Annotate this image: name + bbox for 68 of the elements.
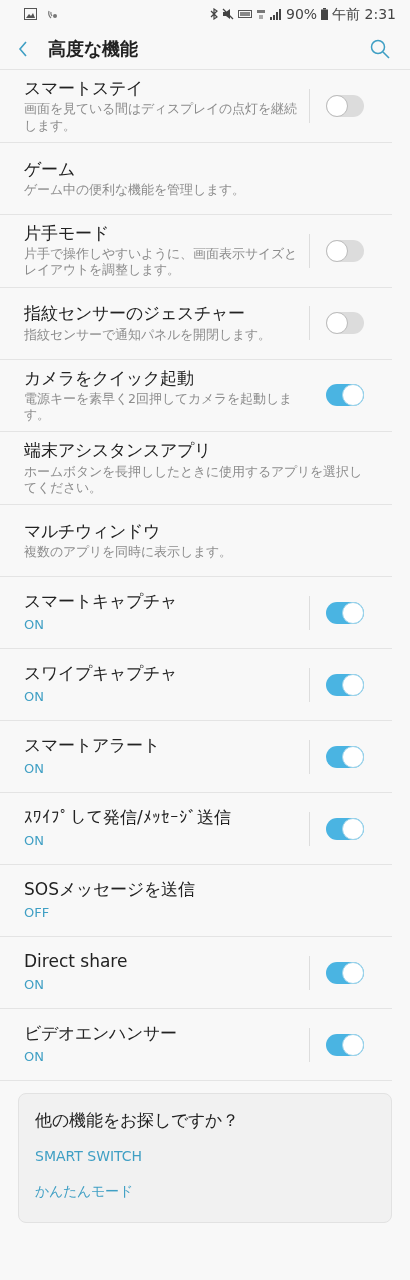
screen-title: 高度な機能 [48, 37, 139, 61]
wireless-icon [47, 8, 60, 20]
setting-title: 指紋センサーのジェスチャー [24, 303, 246, 325]
setting-title: ゲーム [24, 158, 76, 180]
setting-title: ｽﾜｲﾌﾟして発信/ﾒｯｾｰｼﾞ送信 [24, 806, 232, 828]
setting-status: ON [24, 759, 45, 778]
settings-item[interactable]: 端末アシスタンスアプリ ホームボタンを長押ししたときに使用するアプリを選択してください。 [0, 432, 392, 505]
toggle-switch[interactable] [326, 312, 364, 334]
toggle-switch[interactable] [326, 601, 364, 624]
setting-title: Direct share [24, 950, 129, 972]
setting-status: ON [24, 975, 45, 994]
setting-description: 複数のアプリを同時に表示します。 [24, 544, 233, 561]
setting-title: 片手モード [24, 222, 110, 244]
settings-item[interactable]: ゲーム ゲーム中の便利な機能を管理します。 [0, 142, 392, 215]
toggle-switch[interactable] [326, 94, 364, 117]
setting-status: ON [24, 615, 45, 634]
toggle-switch[interactable] [326, 961, 364, 984]
network-icon [256, 8, 266, 20]
search-button[interactable] [370, 38, 390, 59]
settings-item[interactable]: ｽﾜｲﾌﾟして発信/ﾒｯｾｰｼﾞ送信 ON [0, 793, 392, 865]
setting-description: 画面を見ている間はディスプレイの点灯を継続します。 [24, 101, 297, 134]
toggle-switch[interactable] [326, 384, 364, 407]
settings-item[interactable]: スマートアラート ON [0, 721, 392, 793]
clock: 午前 2:31 [332, 4, 396, 24]
setting-description: 指紋センサーで通知パネルを開閉します。 [24, 326, 272, 343]
battery-percentage: 90% [286, 4, 318, 24]
setting-title: スマートキャプチャ [24, 590, 178, 612]
settings-item[interactable]: SOSメッセージを送信 OFF [0, 865, 392, 937]
mute-icon [222, 8, 234, 20]
setting-description: 電源キーを素早く2回押してカメラを起動します。 [24, 390, 293, 424]
settings-item[interactable]: Direct share ON [0, 937, 392, 1009]
setting-title: スマートステイ [24, 78, 144, 100]
toggle-switch[interactable] [326, 1033, 364, 1056]
setting-status: ON [24, 831, 45, 850]
toggle-switch[interactable] [326, 239, 364, 262]
settings-item[interactable]: カメラをクイック起動 電源キーを素早く2回押してカメラを起動します。 [0, 359, 392, 433]
setting-description: ゲーム中の便利な機能を管理します。 [24, 181, 246, 198]
bluetooth-icon [210, 8, 218, 20]
setting-title: ビデオエンハンサー [24, 1022, 178, 1044]
settings-item[interactable]: スマートキャプチャ ON [0, 577, 392, 649]
toggle-switch[interactable] [326, 817, 364, 840]
setting-description: 片手で操作しやすいように、画面表示サイズとレイアウトを調整します。 [24, 246, 297, 279]
setting-title: スマートアラート [24, 734, 161, 756]
settings-item[interactable]: 指紋センサーのジェスチャー 指紋センサーで通知パネルを開閉します。 [0, 287, 392, 360]
setting-description: ホームボタンを長押ししたときに使用するアプリを選択してください。 [24, 463, 363, 496]
toggle-switch[interactable] [326, 673, 364, 696]
volte-icon [238, 10, 252, 18]
settings-item[interactable]: スマートステイ 画面を見ている間はディスプレイの点灯を継続します。 [0, 70, 392, 143]
image-icon [24, 8, 37, 20]
toggle-switch[interactable] [326, 745, 364, 768]
setting-title: カメラをクイック起動 [24, 367, 195, 389]
setting-status: ON [24, 1047, 45, 1066]
setting-title: スワイプキャプチャ [24, 662, 178, 684]
setting-title: SOSメッセージを送信 [24, 878, 196, 900]
setting-status: ON [24, 687, 45, 706]
card-title: 他の機能をお探しですか？ [35, 1109, 240, 1132]
settings-item[interactable]: スワイプキャプチャ ON [0, 649, 392, 721]
back-icon [18, 39, 28, 58]
setting-status: OFF [24, 903, 51, 922]
signal-icon [270, 8, 282, 20]
battery-icon [321, 8, 329, 20]
search-icon [370, 38, 390, 59]
settings-item[interactable]: 片手モード 片手で操作しやすいように、画面表示サイズとレイアウトを調整します。 [0, 214, 392, 288]
settings-item[interactable]: ビデオエンハンサー ON [0, 1009, 392, 1081]
settings-item[interactable]: マルチウィンドウ 複数のアプリを同時に表示します。 [0, 505, 392, 577]
back-button[interactable] [18, 39, 28, 58]
setting-title: 端末アシスタンスアプリ [24, 440, 212, 462]
setting-title: マルチウィンドウ [24, 520, 161, 542]
